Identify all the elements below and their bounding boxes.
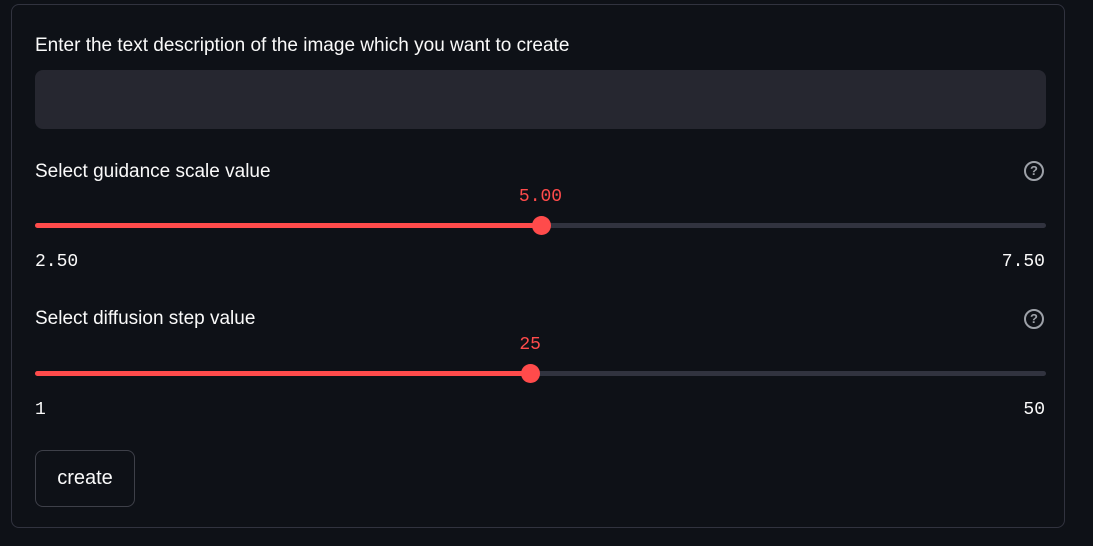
guidance-label: Select guidance scale value <box>35 161 271 182</box>
guidance-slider-fill <box>35 223 541 228</box>
create-button[interactable]: create <box>35 450 135 507</box>
steps-max-label: 50 <box>1023 400 1045 420</box>
guidance-help-icon[interactable]: ? <box>1024 161 1044 181</box>
prompt-input[interactable] <box>35 70 1046 129</box>
steps-slider-thumb[interactable] <box>521 364 541 383</box>
steps-min-label: 1 <box>35 400 46 420</box>
steps-help-icon[interactable]: ? <box>1024 309 1044 329</box>
guidance-min-label: 2.50 <box>35 252 79 272</box>
steps-slider-fill <box>35 371 531 376</box>
prompt-label: Enter the text description of the image … <box>35 35 570 56</box>
guidance-slider-thumb[interactable] <box>531 216 551 235</box>
guidance-max-label: 7.50 <box>1001 252 1045 272</box>
steps-slider[interactable]: 25 <box>35 335 1046 386</box>
guidance-current-value: 5.00 <box>518 187 563 207</box>
guidance-slider[interactable]: 5.00 <box>35 187 1046 238</box>
image-generation-form: Enter the text description of the image … <box>11 4 1065 528</box>
steps-current-value: 25 <box>519 335 541 355</box>
steps-label: Select diffusion step value <box>35 308 256 329</box>
